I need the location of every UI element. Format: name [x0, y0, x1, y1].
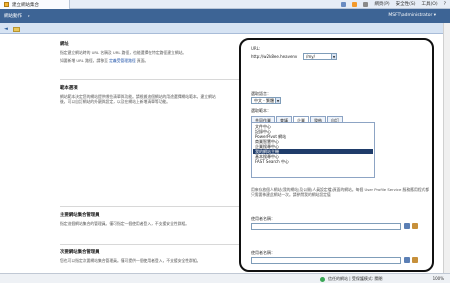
browser-tab-bar: 建立網站集合 網頁(P) 安全性(S) 工具(O) ? [0, 0, 450, 9]
primary-user-label: 使用者名稱： [251, 216, 275, 221]
chevron-down-icon: ▾ [28, 14, 30, 18]
url-path-value: /my/ [306, 54, 315, 59]
check-names-icon[interactable] [404, 223, 410, 229]
address-help-text: 如要新增 URL 路徑，請移至 [60, 58, 110, 63]
browser-toolbar: 網頁(P) 安全性(S) 工具(O) ? [341, 1, 446, 7]
user-menu[interactable]: MSFT\administrator ▾ [388, 13, 436, 18]
page-scrollbar[interactable] [443, 23, 450, 273]
address-text: 指定建立網站時的 URL 名稱及 URL 路徑，也能選擇在特定路徑建立網站。 [60, 50, 187, 55]
url-label: URL: [251, 46, 261, 51]
printer-icon [363, 1, 369, 7]
language-select[interactable]: 中文 - 繁體 ▼ [251, 97, 281, 104]
secondary-admin-section: 次要網站集合管理員 您也可以指定次要網站集合管理員。僅可提供一個使用者登入，不支… [60, 249, 220, 263]
browser-tab[interactable]: 建立網站集合 [0, 0, 70, 9]
secondary-user-label: 使用者名稱： [251, 250, 275, 255]
address-book-icon[interactable] [412, 223, 418, 229]
divider [60, 244, 240, 245]
secondary-admin-input[interactable] [251, 257, 401, 264]
template-label: 選取範本： [251, 108, 271, 113]
ribbon-bar: ◄ [0, 23, 450, 34]
list-item[interactable]: FAST Search 中心 [253, 159, 373, 164]
template-title: 範本選項 [60, 86, 78, 91]
address-book-icon[interactable] [412, 257, 418, 263]
url-prefix: http://w2k8ee.heavenv [251, 54, 298, 59]
print-button[interactable] [363, 1, 369, 7]
form-panel: URL: http://w2k8ee.heavenv /my/ ▼ 選取語言： … [239, 38, 434, 272]
address-help-text-end: 頁面。 [135, 58, 149, 63]
safety-menu-button[interactable]: 安全性(S) [396, 1, 416, 7]
primary-admin-input[interactable] [251, 223, 401, 230]
help-button[interactable]: ? [444, 2, 446, 7]
address-help: 如要新增 URL 路徑，請移至 定義受管理路徑 頁面。 [60, 58, 220, 63]
safety-menu-label: 安全性(S) [395, 2, 416, 7]
home-button[interactable] [341, 1, 347, 7]
secondary-admin-text: 您也可以指定次要網站集合管理員。僅可提供一個使用者登入，不支援安全性群組。 [60, 258, 201, 263]
page-menu-button[interactable]: 網頁(P) [374, 1, 389, 7]
zoom-level[interactable]: 100% [433, 276, 444, 281]
check-names-icon[interactable] [404, 257, 410, 263]
chevron-down-icon: ▼ [331, 54, 336, 59]
site-actions-menu[interactable]: 網站動作 [4, 13, 22, 19]
tools-menu-label: 工具(O) [421, 2, 438, 7]
feeds-button[interactable] [352, 1, 358, 7]
secondary-picker [404, 257, 418, 263]
tools-menu-button[interactable]: 工具(O) [422, 1, 438, 7]
divider [60, 206, 240, 207]
back-arrow-icon[interactable]: ◄ [4, 26, 8, 32]
site-top-bar: 網站動作 ▾ MSFT\administrator ▾ [0, 9, 450, 23]
primary-admin-section: 主要網站集合管理員 指定這個網站集合的管理員。僅可指定一個使用者登入，不支援安全… [60, 212, 220, 226]
page-icon [4, 2, 9, 7]
status-message: 信任的網站 | 受保護模式: 關閉 [320, 276, 383, 282]
language-value: 中文 - 繁體 [254, 97, 274, 103]
help-label: ? [443, 1, 446, 7]
status-bar: 信任的網站 | 受保護模式: 關閉 100% [0, 273, 450, 283]
primary-picker [404, 223, 418, 229]
status-text: 信任的網站 | 受保護模式: 關閉 [328, 276, 383, 281]
managed-paths-link[interactable]: 定義受管理路徑 [109, 58, 136, 63]
primary-admin-text: 指定這個網站集合的管理員。僅可指定一個使用者登入，不支援安全性群組。 [60, 221, 190, 226]
secondary-admin-title: 次要網站集合管理員 [60, 250, 100, 255]
template-section: 範本選項 網站範本決定您的網站提供哪些清單與功能。請根據這個網站的用途選擇網站範… [60, 85, 220, 104]
template-text: 網站範本決定您的網站提供哪些清單與功能。請根據這個網站的用途選擇網站範本。建立網… [60, 94, 216, 104]
rss-icon [352, 1, 358, 7]
chevron-down-icon: ▼ [275, 98, 280, 103]
folder-icon[interactable] [12, 26, 20, 32]
url-path-select[interactable]: /my/ ▼ [303, 53, 337, 60]
primary-admin-title: 主要網站集合管理員 [60, 213, 100, 218]
address-section: 網址 指定建立網站時的 URL 名稱及 URL 路徑，也能選擇在特定路徑建立網站… [60, 41, 220, 63]
browser-tab-title: 建立網站集合 [12, 2, 39, 8]
template-listbox[interactable]: 文件中心 記錄中心 PowerPivot 網站 商業智慧中心 企業搜尋中心 我的… [251, 122, 375, 178]
divider [60, 79, 240, 80]
check-icon [320, 276, 325, 282]
page-menu-label: 網頁(P) [374, 2, 390, 7]
home-icon [341, 1, 347, 7]
template-description: 用來存放個人網站(我的網站)及公開(人員設定檔)頁面的網站。每個 User Pr… [251, 187, 430, 197]
address-title: 網址 [60, 42, 69, 47]
